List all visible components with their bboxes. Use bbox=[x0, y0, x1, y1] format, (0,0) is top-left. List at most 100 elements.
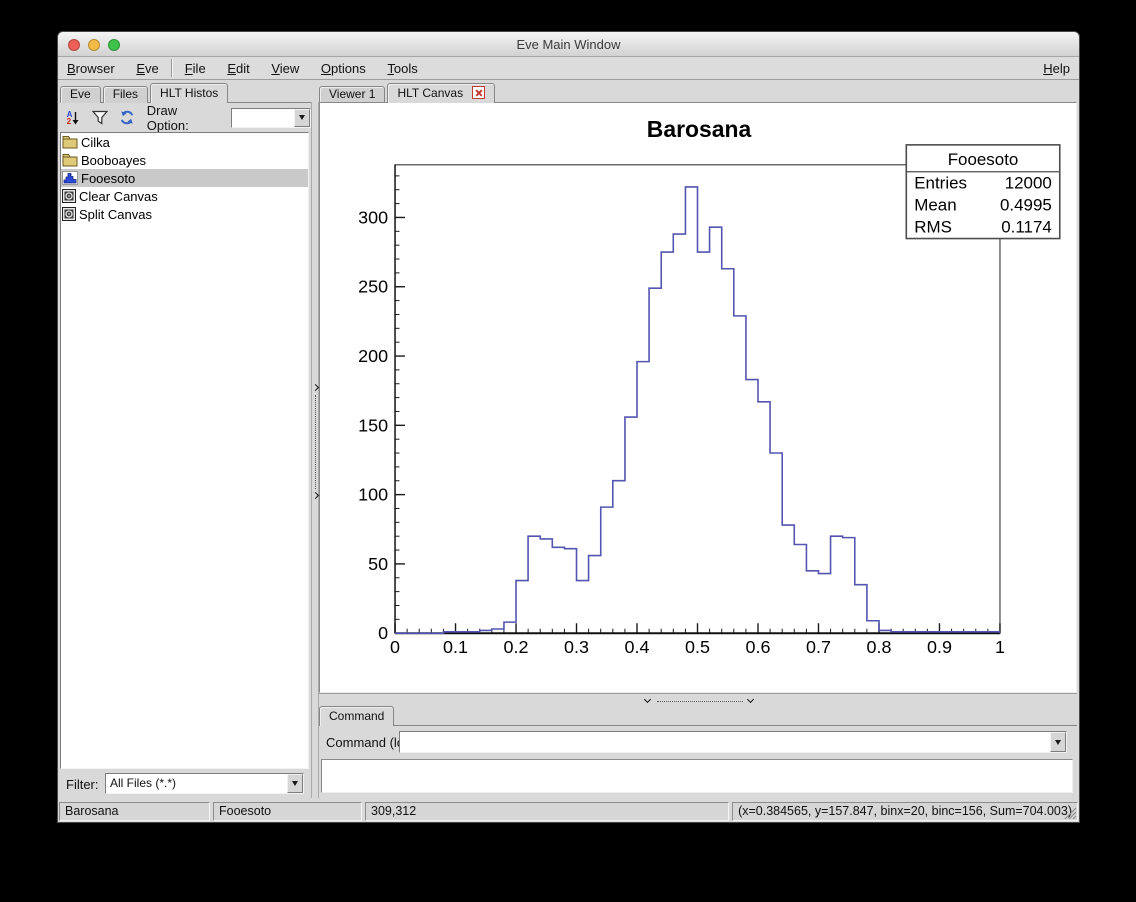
desktop-background: Eve Main Window Browser Eve File Edit Vi… bbox=[0, 0, 1136, 902]
x-tick-label: 0 bbox=[390, 637, 400, 657]
draw-option-combobox[interactable] bbox=[231, 108, 311, 128]
filter-label: Filter: bbox=[66, 777, 99, 792]
command-output-box[interactable] bbox=[321, 759, 1073, 793]
sidebar-tab[interactable]: Files bbox=[103, 86, 148, 103]
splitter-arrow-icon[interactable] bbox=[747, 696, 754, 703]
close-window-button[interactable] bbox=[68, 39, 80, 51]
command-tab-bar: Command bbox=[319, 706, 1077, 726]
menu-item[interactable]: Options bbox=[312, 57, 375, 80]
stats-row-label: Entries bbox=[914, 174, 967, 193]
sidebar-toolbar: A2 Draw Option: bbox=[58, 103, 311, 132]
histogram-plot: 0 0.1 0.2 0.3 0.4 0.5 0.6 0.7 0.8 0.9 1 0 50 100 150 20… bbox=[320, 103, 1076, 692]
status-segment: 309,312 bbox=[365, 802, 729, 821]
canvas-icon bbox=[62, 207, 76, 221]
splitter-arrow-icon[interactable] bbox=[312, 384, 319, 391]
tree-item[interactable]: Split Canvas bbox=[61, 205, 308, 223]
x-tick-label: 0.9 bbox=[927, 637, 952, 657]
y-tick-label: 50 bbox=[368, 554, 388, 574]
stats-row-value: 0.1174 bbox=[1001, 218, 1052, 237]
command-input-combobox[interactable] bbox=[399, 731, 1067, 753]
x-tick-label: 0.8 bbox=[867, 637, 892, 657]
sidebar-tab[interactable]: Eve bbox=[60, 86, 101, 103]
sidebar-tab[interactable]: HLT Histos bbox=[150, 83, 228, 103]
zoom-window-button[interactable] bbox=[108, 39, 120, 51]
tree-item[interactable]: Booboayes bbox=[61, 151, 308, 169]
x-tick-label: 0.1 bbox=[443, 637, 468, 657]
tree-item-label: Split Canvas bbox=[79, 207, 152, 222]
histogram-line bbox=[395, 187, 1000, 633]
menu-group-main: File Edit View Options Tools bbox=[176, 57, 427, 80]
resize-grip-icon[interactable] bbox=[1062, 805, 1077, 820]
tree-item-label: Clear Canvas bbox=[79, 189, 158, 204]
tree-item-label: Cilka bbox=[81, 135, 110, 150]
combobox-arrow-button[interactable] bbox=[1050, 732, 1066, 752]
command-tab[interactable]: Command bbox=[319, 706, 394, 726]
horizontal-splitter[interactable] bbox=[319, 693, 1077, 705]
status-segment: Barosana bbox=[59, 802, 210, 821]
menu-group-left: Browser Eve bbox=[58, 57, 168, 80]
menu-item[interactable]: Edit bbox=[218, 57, 258, 80]
status-segment: (x=0.384565, y=157.847, binx=20, binc=15… bbox=[732, 802, 1078, 821]
splitter-arrow-icon[interactable] bbox=[312, 492, 319, 499]
combobox-arrow-button[interactable] bbox=[287, 774, 303, 793]
x-tick-label: 0.6 bbox=[746, 637, 771, 657]
x-tick-label: 0.7 bbox=[806, 637, 831, 657]
minimize-window-button[interactable] bbox=[88, 39, 100, 51]
tree-item[interactable]: Clear Canvas bbox=[61, 187, 308, 205]
sidebar-tab-bar: Eve Files HLT Histos bbox=[60, 83, 311, 103]
tree-item-label: Fooesoto bbox=[81, 171, 135, 186]
filter-combobox[interactable]: All Files (*.*) bbox=[105, 773, 304, 794]
menu-item[interactable]: Browser bbox=[58, 57, 124, 80]
y-tick-label: 200 bbox=[358, 346, 388, 366]
filter-row: Filter: All Files (*.*) bbox=[58, 770, 311, 798]
menu-item-help[interactable]: Help bbox=[1034, 57, 1079, 80]
x-tick-label: 0.5 bbox=[685, 637, 710, 657]
chevron-down-icon bbox=[299, 115, 305, 120]
close-tab-icon[interactable] bbox=[472, 86, 485, 99]
folder-icon bbox=[62, 153, 78, 167]
chevron-down-icon bbox=[1055, 740, 1061, 745]
tree-item[interactable]: Cilka bbox=[61, 133, 308, 151]
eve-main-window: Eve Main Window Browser Eve File Edit Vi… bbox=[57, 31, 1080, 823]
viewer-tab-bar: Viewer 1 HLT Canvas bbox=[319, 83, 1077, 103]
y-tick-label: 100 bbox=[358, 485, 388, 505]
x-tick-label: 1 bbox=[995, 637, 1005, 657]
sort-icon[interactable]: A2 bbox=[64, 110, 82, 126]
viewer-tab[interactable]: Viewer 1 bbox=[319, 86, 385, 103]
y-tick-label: 250 bbox=[358, 277, 388, 297]
status-segment: Fooesoto bbox=[213, 802, 362, 821]
tree-item[interactable]: Fooesoto bbox=[61, 169, 308, 187]
chevron-down-icon bbox=[292, 781, 298, 786]
menu-divider bbox=[171, 59, 173, 77]
menu-item[interactable]: File bbox=[176, 57, 215, 80]
folder-icon bbox=[62, 135, 78, 149]
title-bar[interactable]: Eve Main Window bbox=[58, 32, 1079, 57]
vertical-splitter[interactable] bbox=[311, 102, 319, 798]
histogram-tree-list: Cilka Booboayes bbox=[60, 132, 309, 769]
chart-title: Barosana bbox=[647, 116, 752, 142]
menu-bar: Browser Eve File Edit View Options Tools… bbox=[58, 57, 1079, 80]
traffic-lights bbox=[68, 39, 120, 51]
window-title: Eve Main Window bbox=[58, 32, 1079, 57]
x-tick-label: 0.2 bbox=[504, 637, 529, 657]
draw-option-label: Draw Option: bbox=[147, 103, 223, 133]
status-bar: Barosana Fooesoto 309,312 (x=0.384565, y… bbox=[58, 800, 1079, 824]
canvas-icon bbox=[62, 189, 76, 203]
menu-item[interactable]: Tools bbox=[378, 57, 426, 80]
x-tick-label: 0.4 bbox=[625, 637, 650, 657]
filter-icon[interactable] bbox=[91, 110, 109, 126]
stats-row-value: 12000 bbox=[1005, 174, 1052, 193]
histogram-icon bbox=[62, 171, 78, 185]
stats-row-label: Mean bbox=[914, 196, 956, 215]
combobox-arrow-button[interactable] bbox=[294, 109, 310, 127]
menu-item[interactable]: View bbox=[262, 57, 308, 80]
y-tick-label: 0 bbox=[378, 623, 388, 643]
stats-row-label: RMS bbox=[914, 218, 952, 237]
x-tick-label: 0.3 bbox=[564, 637, 589, 657]
y-tick-label: 150 bbox=[358, 415, 388, 435]
refresh-icon[interactable] bbox=[118, 110, 136, 126]
splitter-arrow-icon[interactable] bbox=[644, 696, 651, 703]
menu-item[interactable]: Eve bbox=[127, 57, 167, 80]
hlt-canvas[interactable]: 0 0.1 0.2 0.3 0.4 0.5 0.6 0.7 0.8 0.9 1 0 50 100 150 20… bbox=[319, 102, 1077, 693]
viewer-tab[interactable]: HLT Canvas bbox=[387, 83, 495, 103]
